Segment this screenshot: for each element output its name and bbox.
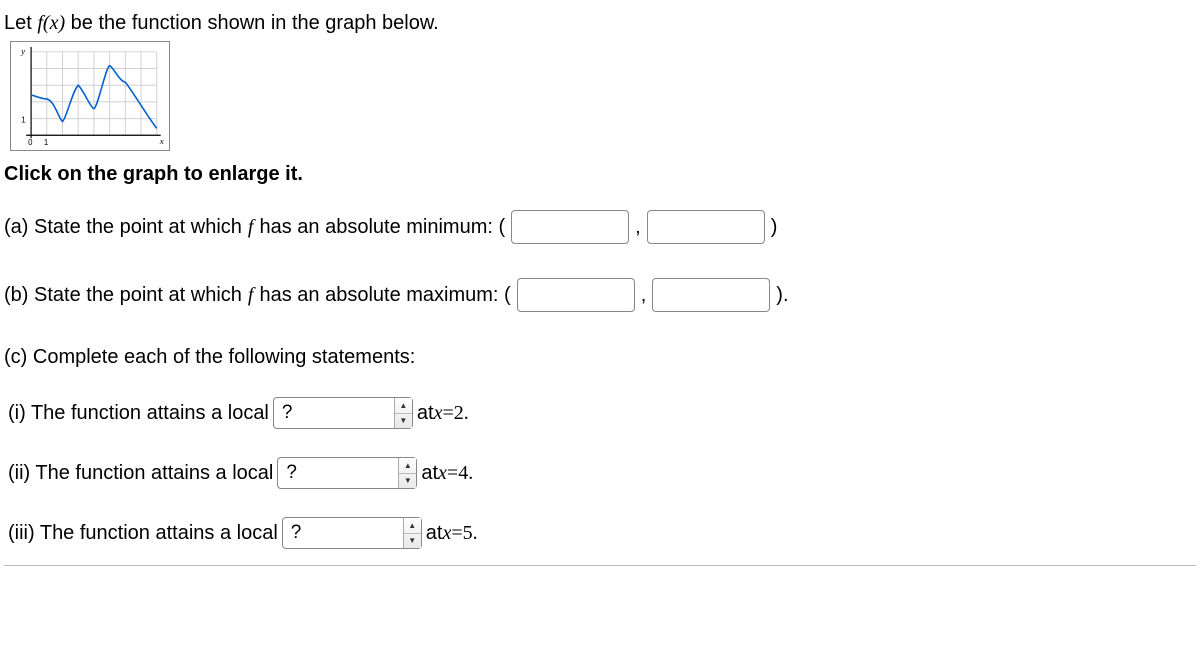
b-f: f [248,284,254,307]
intro-prefix: Let [4,12,37,34]
c-item-2: (ii) The function attains a local ? ▲▼ a… [8,457,1196,489]
intro-text: Let f(x) be the function shown in the gr… [4,12,1196,35]
a-text2: has an absolute minimum: ( [259,216,505,239]
c1-at: at [417,402,434,425]
c3-prefix: (iii) The function attains a local [8,522,278,545]
c1-prefix: (i) The function attains a local [8,402,269,425]
svg-text:1: 1 [44,138,48,147]
svg-text:1: 1 [21,116,25,125]
c3-dd-label: ? [283,522,403,544]
b-x-input[interactable] [517,278,635,312]
c3-val: 5. [463,522,478,545]
graph-thumbnail[interactable]: y x 1 0 1 [10,41,1196,157]
c1-eq: = [442,402,453,425]
b-close: ). [776,284,788,307]
c2-prefix: (ii) The function attains a local [8,462,273,485]
stepper-icon: ▲▼ [403,518,421,548]
c-item-3: (iii) The function attains a local ? ▲▼ … [8,517,1196,549]
a-close: ) [771,216,778,239]
svg-text:y: y [20,46,25,56]
b-comma: , [641,284,647,307]
c3-x: x [442,522,451,545]
c2-x: x [438,462,447,485]
c1-x: x [434,402,443,425]
c2-at: at [421,462,438,485]
intro-suffix: be the function shown in the graph below… [65,12,439,34]
question-a: (a) State the point at which f has an ab… [4,210,1196,244]
stepper-icon: ▲▼ [394,398,412,428]
question-b: (b) State the point at which f has an ab… [4,278,1196,312]
svg-text:0: 0 [28,138,33,147]
graph-svg[interactable]: y x 1 0 1 [10,41,170,151]
svg-text:x: x [159,136,164,146]
c2-dropdown[interactable]: ? ▲▼ [277,457,417,489]
a-y-input[interactable] [647,210,765,244]
a-x-input[interactable] [511,210,629,244]
b-text: (b) State the point at which [4,284,242,307]
question-c-head: (c) Complete each of the following state… [4,346,1196,369]
c2-eq: = [447,462,458,485]
a-comma: , [635,216,641,239]
c2-val: 4. [458,462,473,485]
a-text: (a) State the point at which [4,216,242,239]
c1-dropdown[interactable]: ? ▲▼ [273,397,413,429]
stepper-icon: ▲▼ [398,458,416,488]
c3-at: at [426,522,443,545]
enlarge-hint: Click on the graph to enlarge it. [4,163,1196,186]
b-y-input[interactable] [652,278,770,312]
a-f: f [248,216,254,239]
c3-dropdown[interactable]: ? ▲▼ [282,517,422,549]
c2-dd-label: ? [278,462,398,484]
question-c-list: (i) The function attains a local ? ▲▼ at… [4,397,1196,566]
c1-val: 2. [454,402,469,425]
c1-dd-label: ? [274,402,394,424]
intro-fx: f(x) [37,12,65,34]
b-text2: has an absolute maximum: ( [259,284,510,307]
c-item-1: (i) The function attains a local ? ▲▼ at… [8,397,1196,429]
c3-eq: = [451,522,462,545]
